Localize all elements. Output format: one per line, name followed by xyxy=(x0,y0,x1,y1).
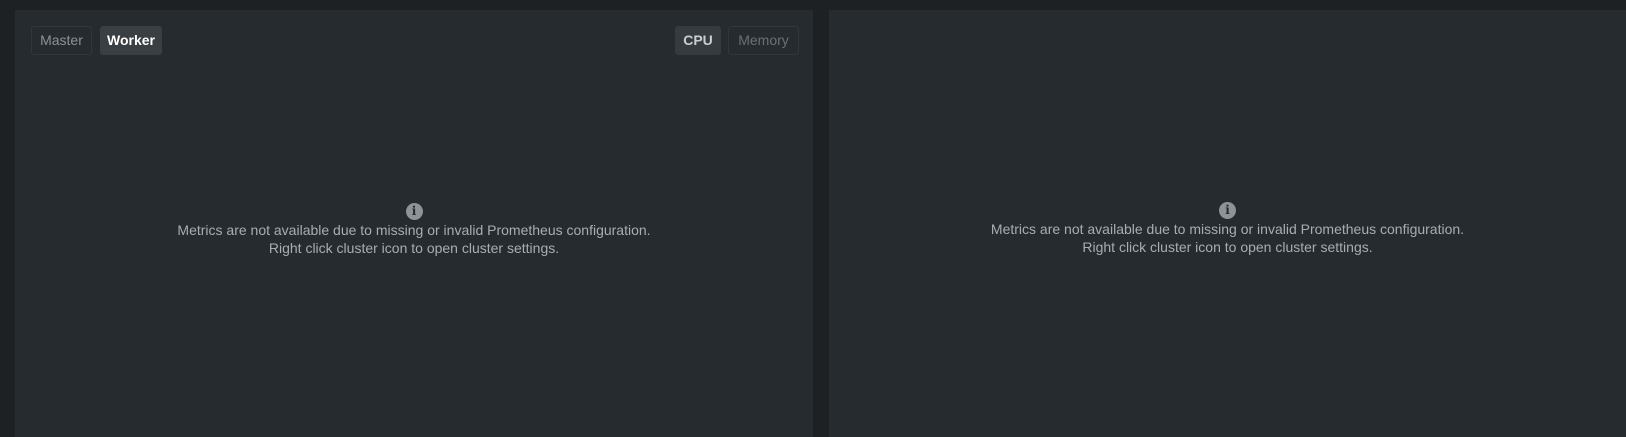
notice-message: Metrics are not available due to missing… xyxy=(177,222,651,238)
pod-metrics-panel: i Metrics are not available due to missi… xyxy=(829,10,1626,437)
info-icon: i xyxy=(405,203,423,220)
tab-worker[interactable]: Worker xyxy=(100,26,162,55)
node-metrics-panel: Master Worker CPU Memory i Metrics are n… xyxy=(15,10,813,437)
notice-hint: Right click cluster icon to open cluster… xyxy=(1082,239,1373,255)
notice-message: Metrics are not available due to missing… xyxy=(990,221,1465,237)
metrics-unavailable-notice: i Metrics are not available due to missi… xyxy=(829,200,1626,256)
notice-hint: Right click cluster icon to open cluster… xyxy=(268,240,560,256)
info-icon: i xyxy=(1219,202,1236,219)
tab-master[interactable]: Master xyxy=(31,26,92,55)
tab-cpu[interactable]: CPU xyxy=(675,26,721,55)
metrics-unavailable-notice: i Metrics are not available due to missi… xyxy=(15,201,813,257)
tab-memory[interactable]: Memory xyxy=(728,26,799,55)
